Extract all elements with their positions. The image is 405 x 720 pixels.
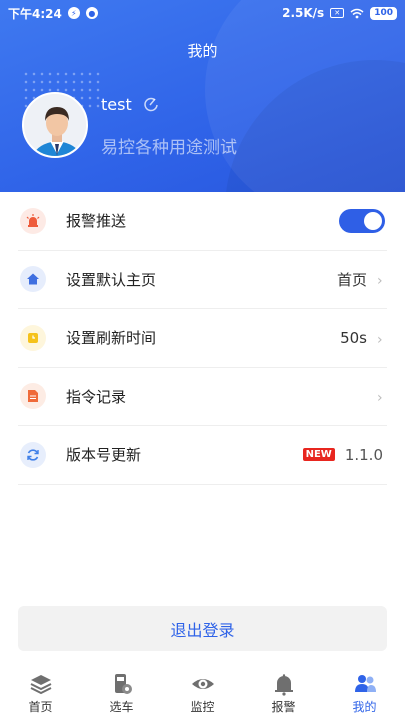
edit-icon[interactable] — [143, 96, 159, 112]
toggle-knob — [364, 211, 382, 230]
profile-header: 下午4:24 ⚡ ● 2.5K/s ✕ 100 我的 test 易控各种用途测试 — [0, 0, 405, 192]
clock-icon — [20, 324, 46, 351]
tab-label: 我的 — [352, 700, 377, 714]
chat-notification-icon: ● — [85, 7, 98, 19]
page-title: 我的 — [187, 42, 218, 60]
tab-label: 选车 — [109, 700, 134, 714]
bell-icon — [274, 674, 293, 696]
eye-icon — [191, 679, 214, 689]
default-home-label: 设置默认主页 — [66, 270, 157, 289]
alarm-push-toggle[interactable] — [339, 208, 385, 233]
alarm-siren-icon — [20, 207, 46, 234]
bottom-tab-bar: 首页 选车 监控 报警 我的 — [0, 666, 405, 720]
wifi-icon — [350, 8, 364, 18]
tab-monitor[interactable]: 监控 — [162, 666, 243, 720]
command-log-row[interactable]: 指令记录 › — [18, 368, 387, 426]
default-home-row[interactable]: 设置默认主页 首页 › — [18, 251, 387, 309]
chevron-right-icon: › — [377, 331, 383, 348]
refresh-icon — [20, 441, 46, 468]
status-bar: 下午4:24 ⚡ ● 2.5K/s ✕ 100 — [0, 0, 405, 26]
avatar[interactable] — [22, 92, 88, 158]
tab-label: 报警 — [271, 700, 296, 714]
status-right: 2.5K/s ✕ 100 — [282, 6, 397, 20]
layers-icon — [30, 675, 51, 695]
document-icon — [20, 383, 46, 410]
alarm-push-label: 报警推送 — [66, 212, 127, 231]
tab-label: 首页 — [28, 700, 53, 714]
refresh-time-label: 设置刷新时间 — [66, 329, 157, 348]
logout-button[interactable]: 退出登录 — [18, 606, 387, 651]
new-badge: NEW — [302, 448, 335, 462]
version-value: 1.1.0 — [344, 445, 383, 464]
chevron-right-icon: › — [377, 390, 383, 407]
tab-label: 监控 — [190, 700, 215, 714]
refresh-time-value: 50s — [340, 328, 367, 347]
network-speed: 2.5K/s — [282, 6, 325, 20]
no-sim-icon: ✕ — [330, 8, 345, 18]
refresh-time-row[interactable]: 设置刷新时间 50s › — [18, 309, 387, 368]
username: test — [101, 95, 132, 114]
version-update-label: 版本号更新 — [66, 446, 142, 465]
home-icon — [20, 266, 46, 293]
settings-list: 报警推送 设置默认主页 首页 › 设置刷新时间 50s › 指令记录 › 版本号… — [0, 192, 405, 485]
avatar-person-icon — [24, 94, 86, 156]
default-home-value: 首页 — [336, 270, 367, 289]
version-update-row[interactable]: 版本号更新 NEW 1.1.0 — [18, 426, 387, 485]
chevron-right-icon: › — [377, 273, 383, 290]
tab-select-car[interactable]: 选车 — [81, 666, 162, 720]
users-icon — [354, 675, 376, 692]
battery-icon: 100 — [370, 6, 397, 20]
tab-mine[interactable]: 我的 — [324, 666, 405, 720]
profile-subtitle: 易控各种用途测试 — [101, 138, 237, 158]
alarm-push-row[interactable]: 报警推送 — [18, 192, 387, 251]
tab-home[interactable]: 首页 — [0, 666, 81, 720]
status-time: 下午4:24 — [8, 6, 62, 21]
shield-notification-icon: ⚡ — [67, 7, 80, 19]
command-log-label: 指令记录 — [66, 387, 127, 406]
car-select-icon — [114, 674, 132, 694]
tab-alarm[interactable]: 报警 — [243, 666, 324, 720]
